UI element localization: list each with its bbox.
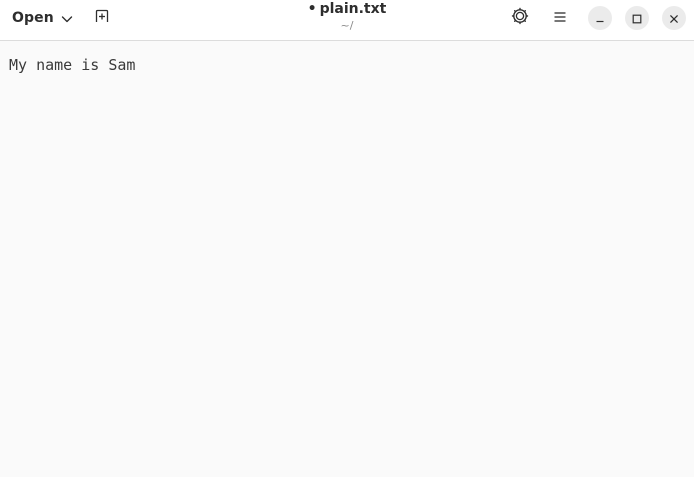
new-tab-button[interactable] [89, 5, 115, 31]
minimize-icon [595, 9, 605, 28]
header-bar: Open • plain.txt ~/ [0, 0, 694, 41]
new-tab-icon [94, 8, 110, 28]
close-button[interactable] [662, 6, 686, 30]
minimize-button[interactable] [588, 6, 612, 30]
document-text[interactable]: My name is Sam [9, 56, 135, 74]
open-button[interactable]: Open [6, 5, 80, 31]
open-button-label: Open [12, 10, 54, 26]
text-editor-area[interactable]: My name is Sam [0, 41, 694, 477]
close-icon [669, 9, 679, 28]
file-path: ~/ [340, 19, 354, 32]
file-name: plain.txt [319, 1, 387, 17]
maximize-button[interactable] [625, 6, 649, 30]
window-title: • plain.txt ~/ [247, 1, 447, 33]
hamburger-menu-icon [553, 9, 567, 28]
maximize-icon [632, 9, 642, 28]
unsaved-indicator: • [307, 1, 317, 17]
text-editor-window: Open • plain.txt ~/ My name is Sam [0, 0, 694, 477]
gear-icon [511, 7, 529, 29]
chevron-down-icon [60, 11, 74, 25]
main-menu-button[interactable] [547, 5, 573, 31]
settings-button[interactable] [507, 5, 533, 31]
